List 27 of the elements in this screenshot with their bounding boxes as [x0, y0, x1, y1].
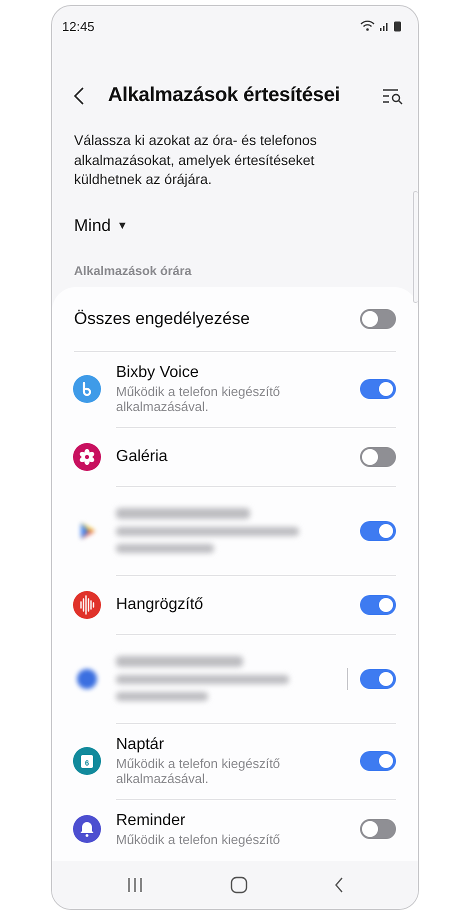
- filter-dropdown[interactable]: Mind: [74, 216, 111, 236]
- status-icons: [360, 20, 404, 32]
- app-name: Naptár: [116, 736, 166, 754]
- toggle-switch[interactable]: [360, 308, 396, 328]
- section-header: Alkalmazások órára: [74, 264, 192, 278]
- setting-label: Összes engedélyezése: [74, 308, 250, 328]
- toggle-switch[interactable]: [360, 751, 396, 771]
- app-name: Hangrögzítő: [116, 596, 204, 614]
- app-subtitle: Működik a telefon kiegészítő: [116, 832, 282, 847]
- description: Válassza ki azokat az óra- és telefonos alkalmazásokat, amelyek értesítéseket küldhetnek az órájára.: [74, 131, 318, 189]
- search-icon[interactable]: [382, 86, 404, 104]
- toggle-switch[interactable]: [360, 594, 396, 614]
- app-name: Reminder: [116, 812, 186, 830]
- app-name: Galéria: [116, 448, 169, 466]
- clock: 12:45: [62, 18, 95, 34]
- dropdown-arrow[interactable]: ▼: [116, 220, 128, 232]
- toggle-switch[interactable]: [360, 668, 396, 688]
- page-title: Alkalmazások értesítései: [108, 84, 342, 107]
- toggle-switch[interactable]: [360, 379, 396, 399]
- home-icon[interactable]: [230, 876, 248, 894]
- toggle-switch[interactable]: [360, 520, 396, 540]
- toggle-switch[interactable]: [360, 446, 396, 466]
- app-subtitle: Működik a telefon kiegészítő alkalmazásával.: [116, 384, 282, 414]
- toggle-switch[interactable]: [360, 819, 396, 840]
- app-subtitle: Működik a telefon kiegészítő alkalmazásával.: [116, 756, 282, 786]
- back-icon[interactable]: [333, 876, 346, 894]
- app-name: Bixby Voice: [116, 364, 200, 382]
